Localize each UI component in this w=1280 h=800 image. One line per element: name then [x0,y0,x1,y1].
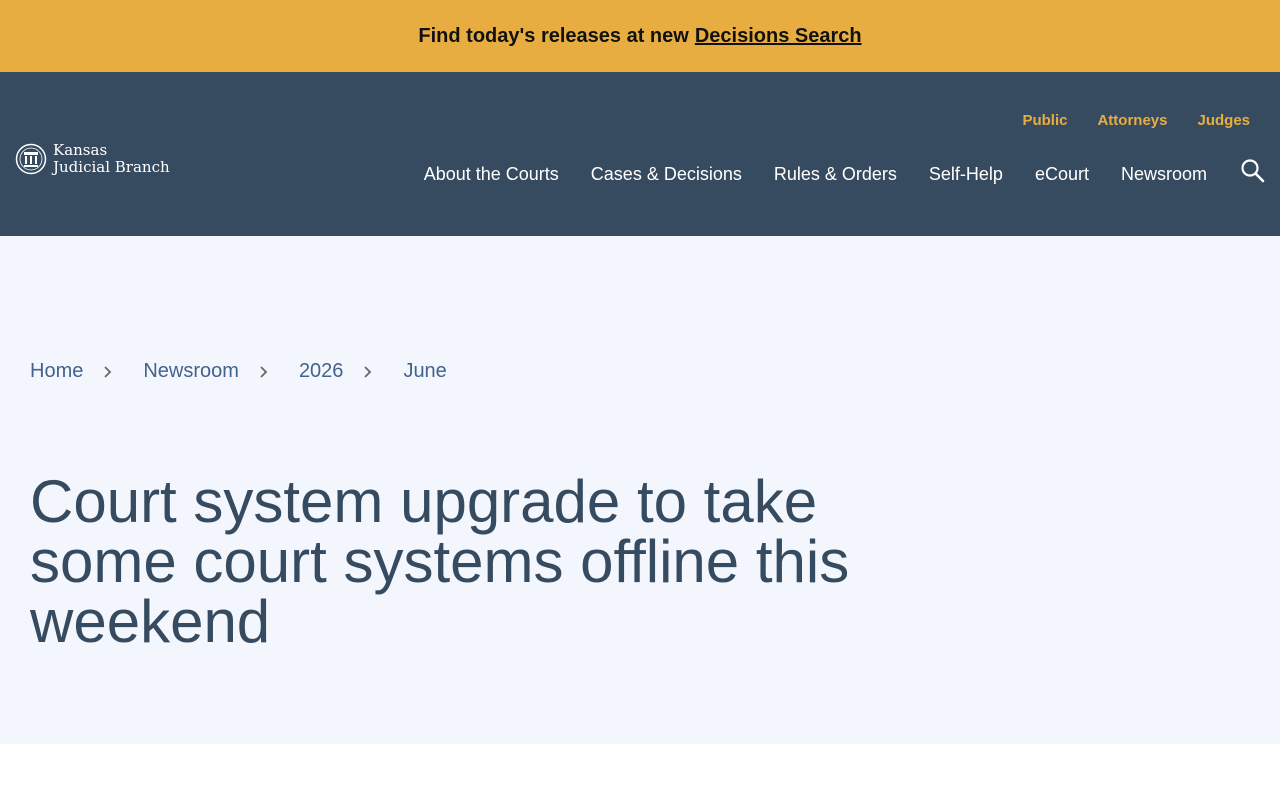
breadcrumb-newsroom[interactable]: Newsroom [143,360,239,383]
banner-text: Find today's releases at new [418,24,689,47]
nav-about-the-courts[interactable]: About the Courts [424,164,559,185]
utility-nav-attorneys[interactable]: Attorneys [1097,112,1167,129]
breadcrumb: Home Newsroom 2026 June [30,360,447,383]
nav-rules-orders[interactable]: Rules & Orders [774,164,897,185]
utility-nav-judges[interactable]: Judges [1197,112,1250,129]
utility-nav: Public Attorneys Judges [1022,112,1250,129]
logo-text: Kansas Judicial Branch [53,142,170,176]
logo-line-2: Judicial Branch [53,158,170,176]
main-nav: About the Courts Cases & Decisions Rules… [424,164,1207,185]
search-icon [1241,159,1265,183]
chevron-right-icon [363,365,373,379]
logo-line-1: Kansas [53,141,108,159]
utility-nav-public[interactable]: Public [1022,112,1067,129]
nav-newsroom[interactable]: Newsroom [1121,164,1207,185]
nav-ecourt[interactable]: eCourt [1035,164,1089,185]
decisions-search-link[interactable]: Decisions Search [695,25,862,48]
chevron-right-icon [103,365,113,379]
breadcrumb-2026[interactable]: 2026 [299,360,344,383]
page-title: Court system upgrade to take some court … [30,468,850,655]
search-button[interactable] [1240,158,1266,184]
nav-self-help[interactable]: Self-Help [929,164,1003,185]
seal-icon [15,143,47,175]
breadcrumb-home[interactable]: Home [30,360,83,383]
breadcrumb-june[interactable]: June [403,360,446,383]
nav-cases-decisions[interactable]: Cases & Decisions [591,164,742,185]
page-hero: Home Newsroom 2026 June Court system upg… [0,236,1280,744]
announcement-banner: Find today's releases at new Decisions S… [0,0,1280,72]
chevron-right-icon [259,365,269,379]
site-header: Kansas Judicial Branch Public Attorneys … [0,72,1280,236]
site-logo[interactable]: Kansas Judicial Branch [15,142,170,176]
